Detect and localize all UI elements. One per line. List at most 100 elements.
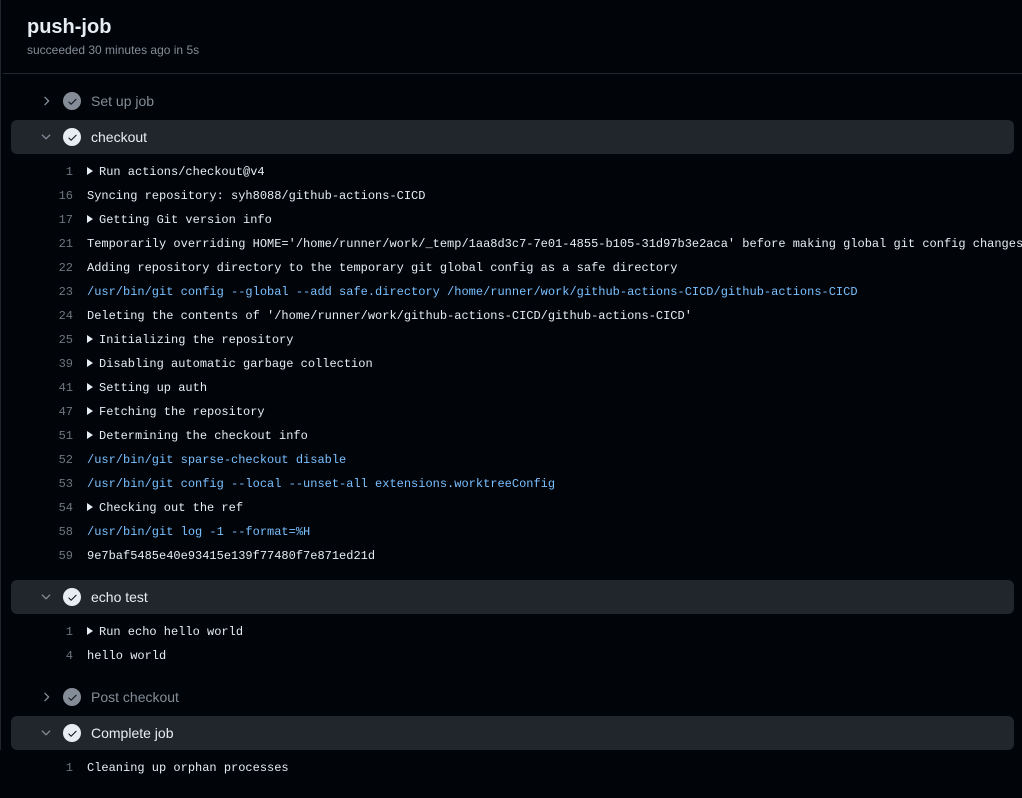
job-header: push-job succeeded 30 minutes ago in 5s <box>3 0 1022 74</box>
chevron-right-icon <box>39 94 53 108</box>
step-header[interactable]: Post checkout <box>11 680 1014 714</box>
log-text: hello world <box>87 646 166 666</box>
fold-caret-icon[interactable] <box>87 503 93 511</box>
log-line[interactable]: 39 Disabling automatic garbage collection <box>3 352 1022 376</box>
line-number: 1 <box>39 162 73 182</box>
log-line[interactable]: 47 Fetching the repository <box>3 400 1022 424</box>
log-line[interactable]: 17 Getting Git version info <box>3 208 1022 232</box>
line-number: 22 <box>39 258 73 278</box>
check-circle-icon <box>63 688 81 706</box>
log-text-content: Fetching the repository <box>99 405 265 419</box>
log-line[interactable]: 23/usr/bin/git config --global --add saf… <box>3 280 1022 304</box>
log-text: Syncing repository: syh8088/github-actio… <box>87 186 425 206</box>
fold-caret-icon[interactable] <box>87 627 93 635</box>
fold-caret-icon[interactable] <box>87 383 93 391</box>
line-number: 4 <box>39 646 73 666</box>
line-number: 47 <box>39 402 73 422</box>
log-text: Determining the checkout info <box>87 426 308 446</box>
log-line[interactable]: 1 Run echo hello world <box>3 620 1022 644</box>
step-header[interactable]: Complete job <box>11 716 1014 750</box>
line-number: 1 <box>39 758 73 778</box>
check-circle-icon <box>63 128 81 146</box>
step: checkout 1 Run actions/checkout@v4 16Syncin… <box>3 120 1022 578</box>
log-text: Run actions/checkout@v4 <box>87 162 265 182</box>
log-text-content: Setting up auth <box>99 381 207 395</box>
fold-caret-icon[interactable] <box>87 407 93 415</box>
log-text-content: /usr/bin/git config --local --unset-all … <box>87 477 555 491</box>
check-circle-icon <box>63 92 81 110</box>
line-number: 54 <box>39 498 73 518</box>
line-number: 23 <box>39 282 73 302</box>
log-text: /usr/bin/git config --local --unset-all … <box>87 474 555 494</box>
log-line[interactable]: 58/usr/bin/git log -1 --format=%H <box>3 520 1022 544</box>
log-line[interactable]: 25 Initializing the repository <box>3 328 1022 352</box>
chevron-right-icon <box>39 690 53 704</box>
step-header[interactable]: checkout <box>11 120 1014 154</box>
log-line[interactable]: 54 Checking out the ref <box>3 496 1022 520</box>
fold-caret-icon[interactable] <box>87 215 93 223</box>
log-text: Initializing the repository <box>87 330 293 350</box>
fold-caret-icon[interactable] <box>87 359 93 367</box>
log-line[interactable]: 53/usr/bin/git config --local --unset-al… <box>3 472 1022 496</box>
line-number: 1 <box>39 622 73 642</box>
line-number: 58 <box>39 522 73 542</box>
fold-caret-icon[interactable] <box>87 167 93 175</box>
log-text-content: /usr/bin/git sparse-checkout disable <box>87 453 346 467</box>
log-line[interactable]: 22Adding repository directory to the tem… <box>3 256 1022 280</box>
line-number: 39 <box>39 354 73 374</box>
log-lines: 1 Run echo hello world 4 hello world <box>3 616 1022 678</box>
log-line[interactable]: 4 hello world <box>3 644 1022 668</box>
log-text: Deleting the contents of '/home/runner/w… <box>87 306 692 326</box>
log-line[interactable]: 1 Run actions/checkout@v4 <box>3 160 1022 184</box>
step: echo test 1 Run echo hello world 4 hello wor… <box>3 580 1022 678</box>
fold-caret-icon[interactable] <box>87 335 93 343</box>
steps-list: Set up job checkout 1 Run actions/checkout@… <box>3 74 1022 798</box>
step-name: echo test <box>91 589 148 605</box>
line-number: 41 <box>39 378 73 398</box>
step: Complete job 1 Cleaning up orphan processe… <box>3 716 1022 790</box>
line-number: 17 <box>39 210 73 230</box>
log-text: Getting Git version info <box>87 210 272 230</box>
step-name: Post checkout <box>91 689 179 705</box>
log-line[interactable]: 52/usr/bin/git sparse-checkout disable <box>3 448 1022 472</box>
log-text-content: Initializing the repository <box>99 333 293 347</box>
log-text-content: Disabling automatic garbage collection <box>99 357 373 371</box>
log-line[interactable]: 59 9e7baf5485e40e93415e139f77480f7e871ed2… <box>3 544 1022 568</box>
log-line[interactable]: 41 Setting up auth <box>3 376 1022 400</box>
check-circle-icon <box>63 724 81 742</box>
log-line[interactable]: 51Determining the checkout info <box>3 424 1022 448</box>
step: Post checkout <box>3 680 1022 714</box>
log-text-content: Determining the checkout info <box>99 429 308 443</box>
line-number: 25 <box>39 330 73 350</box>
log-text-content: Deleting the contents of '/home/runner/w… <box>87 309 692 323</box>
log-text: /usr/bin/git sparse-checkout disable <box>87 450 346 470</box>
log-line[interactable]: 16Syncing repository: syh8088/github-act… <box>3 184 1022 208</box>
step-header[interactable]: echo test <box>11 580 1014 614</box>
fold-caret-icon[interactable] <box>87 431 93 439</box>
log-text-content: Getting Git version info <box>99 213 272 227</box>
log-text-content: Syncing repository: syh8088/github-actio… <box>87 189 425 203</box>
log-text: Temporarily overriding HOME='/home/runne… <box>87 234 1022 254</box>
log-text: /usr/bin/git log -1 --format=%H <box>87 522 310 542</box>
log-text-content: Cleaning up orphan processes <box>87 761 289 775</box>
log-text: Disabling automatic garbage collection <box>87 354 373 374</box>
step-name: checkout <box>91 129 147 145</box>
log-text-content: Run actions/checkout@v4 <box>99 165 265 179</box>
line-number: 21 <box>39 234 73 254</box>
log-text-content: Checking out the ref <box>99 501 243 515</box>
step-name: Set up job <box>91 93 154 109</box>
line-number: 59 <box>39 546 73 566</box>
log-text-content: hello world <box>87 649 166 663</box>
log-text-content: Temporarily overriding HOME='/home/runne… <box>87 237 1022 251</box>
log-line[interactable]: 21 Temporarily overriding HOME='/home/run… <box>3 232 1022 256</box>
log-text: /usr/bin/git config --global --add safe.… <box>87 282 858 302</box>
log-lines: 1 Run actions/checkout@v4 16Syncing reposi… <box>3 156 1022 578</box>
log-text-content: /usr/bin/git config --global --add safe.… <box>87 285 858 299</box>
step-header[interactable]: Set up job <box>11 84 1014 118</box>
job-status-line: succeeded 30 minutes ago in 5s <box>27 43 998 57</box>
log-text: 9e7baf5485e40e93415e139f77480f7e871ed21d <box>87 546 375 566</box>
log-line[interactable]: 24Deleting the contents of '/home/runner… <box>3 304 1022 328</box>
log-text: Run echo hello world <box>87 622 243 642</box>
log-text: Fetching the repository <box>87 402 265 422</box>
log-line[interactable]: 1 Cleaning up orphan processes <box>3 756 1022 780</box>
